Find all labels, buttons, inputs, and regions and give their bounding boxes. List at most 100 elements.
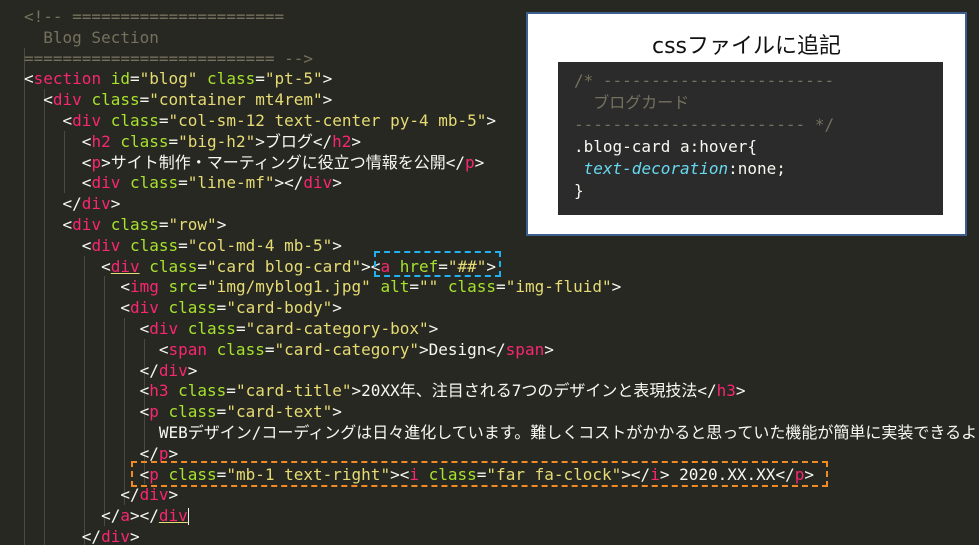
code-token: = xyxy=(178,173,188,193)
code-token: "container mt4rem" xyxy=(149,90,323,110)
code-line: <section id="blog" class="pt-5"> xyxy=(24,68,332,89)
code-token: = xyxy=(409,277,419,297)
code-token: div xyxy=(139,485,169,505)
code-token: "col-md-4 mb-5" xyxy=(187,235,333,255)
code-token: > xyxy=(168,443,179,463)
code-token: ========================== --> xyxy=(24,48,313,68)
code-token: > xyxy=(486,111,497,130)
code-token: "img/myblog1.jpg" xyxy=(207,277,371,297)
code-token: < xyxy=(24,90,53,110)
code-token: WEBデザイン/コーディングは日々進化しています。難しくコストがかかると思ってい… xyxy=(24,423,979,442)
code-token: = xyxy=(197,277,208,297)
code-token: Blog Section xyxy=(24,27,159,47)
code-line: <div class="col-sm-12 text-center py-4 m… xyxy=(24,110,497,131)
css-comment-open: /* ------------------------ xyxy=(574,71,835,90)
code-token: p xyxy=(465,152,475,172)
code-token: div xyxy=(72,111,102,130)
code-line: </a></div xyxy=(24,505,189,526)
code-token: "row" xyxy=(168,215,217,234)
code-token: "line-mf" xyxy=(187,173,275,193)
code-token: h2 xyxy=(91,131,111,151)
code-token: src xyxy=(158,277,198,297)
code-token: "big-h2" xyxy=(178,131,256,151)
code-token: > xyxy=(216,215,227,234)
code-token: div xyxy=(129,298,159,318)
code-token: < xyxy=(24,298,130,318)
code-token: ></ xyxy=(129,506,159,526)
code-line: <!-- ====================== xyxy=(24,6,284,27)
code-token: > xyxy=(474,152,485,172)
code-token: p xyxy=(149,402,159,422)
code-token: = xyxy=(139,90,150,110)
date-line-highlight xyxy=(131,461,828,487)
code-token: < xyxy=(24,256,111,276)
code-token: = xyxy=(235,319,246,338)
code-token: div xyxy=(303,173,333,193)
css-comment-close: ------------------------ */ xyxy=(574,115,835,134)
code-line: <div class="container mt4rem"> xyxy=(24,89,332,110)
code-token: div xyxy=(81,194,111,214)
code-token: "card-category" xyxy=(274,339,419,359)
code-token: = xyxy=(197,256,208,276)
code-line: </div> xyxy=(24,360,198,381)
code-token: </ xyxy=(697,381,717,401)
code-token: div xyxy=(149,319,179,338)
code-token: div xyxy=(110,256,140,276)
code-token: class xyxy=(81,90,140,110)
code-token: </ xyxy=(24,485,140,505)
code-token: < xyxy=(24,131,92,151)
code-line: <div class="card-body"> xyxy=(24,297,342,318)
code-token: class xyxy=(158,402,217,422)
code-token: > xyxy=(187,360,198,380)
code-token: ></ xyxy=(274,173,304,193)
code-line: <img src="img/myblog1.jpg" alt="" class=… xyxy=(24,276,621,297)
callout-title: cssファイルに追記 xyxy=(651,34,842,59)
code-token: </ xyxy=(24,527,102,545)
code-token: ブログ xyxy=(264,131,313,151)
code-token: "img-fluid" xyxy=(505,277,612,297)
code-token: <!-- ====================== xyxy=(24,7,285,26)
code-token: > xyxy=(544,339,554,359)
code-token: > xyxy=(110,194,121,214)
code-token: > xyxy=(101,152,111,172)
code-token: < xyxy=(24,319,150,338)
code-token: "card blog-card" xyxy=(207,256,362,276)
code-token: span xyxy=(168,339,208,359)
code-token: section xyxy=(33,69,102,89)
code-line: </div> xyxy=(24,193,121,214)
code-token: img xyxy=(129,277,159,297)
code-token: = xyxy=(158,111,169,130)
code-token: class xyxy=(139,256,198,276)
code-token: > xyxy=(351,131,362,151)
code-token: class xyxy=(101,111,159,130)
code-token: > xyxy=(332,235,342,255)
text-cursor xyxy=(187,508,189,526)
code-line: <p class="card-text"> xyxy=(24,401,342,422)
code-token: "card-category-box" xyxy=(245,319,429,338)
css-declaration: text-decoration:none; xyxy=(574,158,927,180)
code-line: <h3 class="card-title">20XX年、注目される7つのデザイ… xyxy=(24,380,746,401)
code-token: > xyxy=(332,173,342,193)
code-line: <p>サイト制作・マーティングに役立つ情報を公開</p> xyxy=(24,152,485,173)
code-line: <span class="card-category">Design</span… xyxy=(24,339,554,360)
code-token: class xyxy=(197,69,256,89)
code-token: "card-body" xyxy=(226,298,333,318)
code-token: </ xyxy=(486,339,506,359)
code-token: a xyxy=(120,506,130,526)
css-code-snippet: /* ------------------------ ブログカード -----… xyxy=(558,62,943,215)
code-line: <div class="row"> xyxy=(24,214,227,235)
code-line: </div> xyxy=(24,484,178,505)
code-token: div xyxy=(158,360,188,380)
code-token: < xyxy=(24,235,92,255)
code-token: p xyxy=(158,443,169,463)
code-line: <div class="line-mf"></div> xyxy=(24,172,342,193)
code-token: h3 xyxy=(149,381,169,401)
css-property: text-decoration xyxy=(583,159,729,178)
code-token: class xyxy=(438,277,497,297)
css-selector: .blog-card a:hover{ xyxy=(574,137,758,156)
code-token: class xyxy=(178,319,236,338)
code-token: class xyxy=(110,131,169,151)
code-token: > xyxy=(735,381,746,401)
code-line: <div class="col-md-4 mb-5"> xyxy=(24,235,342,256)
code-token: class xyxy=(158,298,217,318)
